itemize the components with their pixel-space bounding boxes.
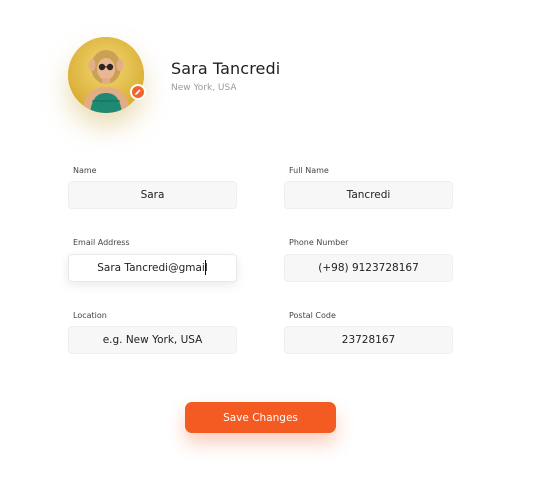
- save-changes-button[interactable]: Save Changes: [185, 402, 336, 433]
- postal-code-input[interactable]: [284, 326, 453, 354]
- email-label: Email Address: [73, 238, 130, 247]
- email-input[interactable]: [68, 254, 237, 282]
- name-input[interactable]: [68, 181, 237, 209]
- phone-input[interactable]: [284, 254, 453, 282]
- full-name-label: Full Name: [289, 166, 329, 175]
- edit-avatar-button[interactable]: [130, 84, 146, 100]
- phone-label: Phone Number: [289, 238, 349, 247]
- profile-name: Sara Tancredi: [171, 59, 281, 78]
- postal-code-label: Postal Code: [289, 311, 336, 320]
- avatar-photo: [68, 37, 144, 113]
- text-cursor: [205, 260, 206, 275]
- avatar[interactable]: [68, 37, 144, 113]
- profile-location: New York, USA: [171, 83, 237, 93]
- location-label: Location: [73, 311, 107, 320]
- profile-settings-page: Sara Tancredi New York, USA Name Full Na…: [0, 0, 549, 501]
- pencil-icon: [135, 89, 141, 95]
- full-name-input[interactable]: [284, 181, 453, 209]
- name-label: Name: [73, 166, 97, 175]
- location-input[interactable]: [68, 326, 237, 354]
- avatar-container: [68, 37, 146, 113]
